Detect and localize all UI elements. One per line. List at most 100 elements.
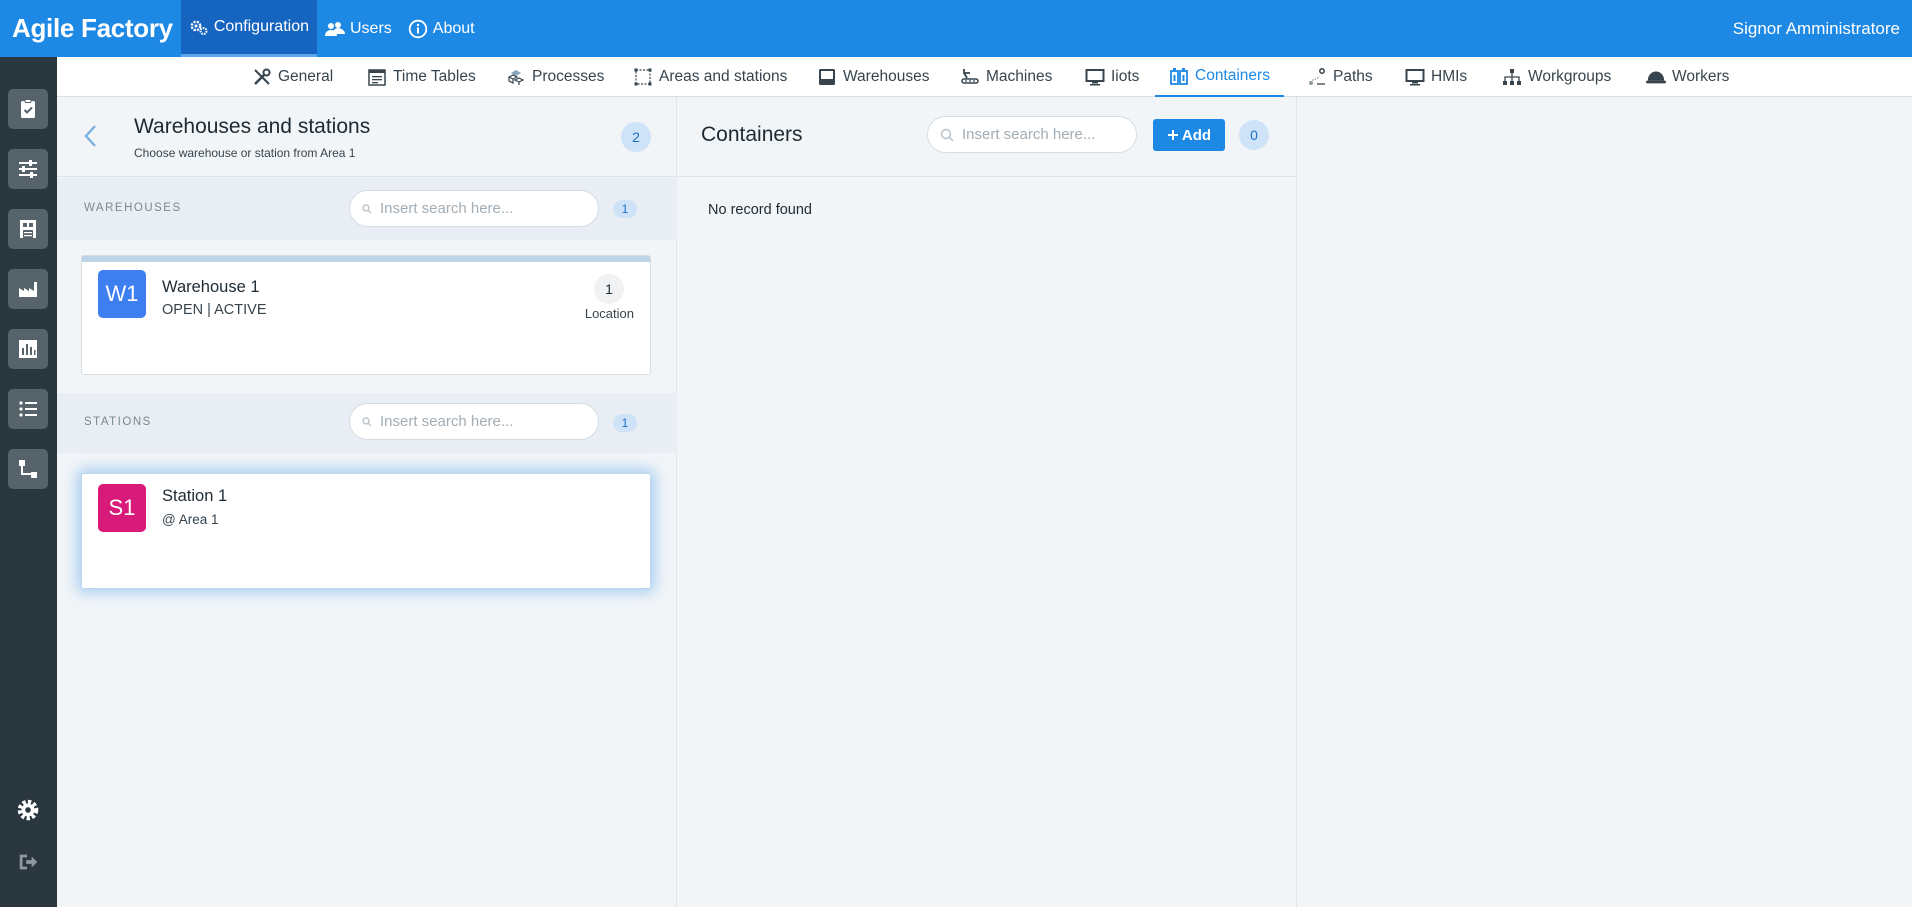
tab-iiots[interactable]: Iiots bbox=[1085, 57, 1139, 97]
checklist-icon bbox=[21, 99, 35, 118]
location-count: 1 bbox=[594, 274, 624, 304]
panel-count-badge: 2 bbox=[621, 122, 651, 152]
app-title[interactable]: Agile Factory bbox=[0, 13, 181, 44]
tab-processes[interactable]: Processes bbox=[506, 57, 604, 97]
warehouses-count-badge: 1 bbox=[613, 200, 637, 218]
flow-icon bbox=[19, 460, 37, 478]
left-rail bbox=[0, 57, 57, 907]
tab-workgroups[interactable]: Workgroups bbox=[1502, 57, 1611, 97]
warehouses-stations-panel: Warehouses and stations Choose warehouse… bbox=[57, 97, 677, 907]
path-icon bbox=[1309, 68, 1325, 85]
containers-icon bbox=[1170, 68, 1188, 85]
monitor-icon bbox=[1405, 69, 1425, 86]
stations-search bbox=[349, 403, 599, 440]
topnav-about-label: About bbox=[432, 19, 475, 37]
search-icon bbox=[362, 203, 372, 213]
rail-logout-button[interactable] bbox=[12, 846, 44, 878]
plus-icon bbox=[1167, 130, 1178, 140]
tab-machines-label: Machines bbox=[986, 68, 1053, 85]
cubes-icon bbox=[507, 70, 525, 85]
warehouse-status: OPEN | ACTIVE bbox=[162, 302, 267, 318]
tab-areas-and-stations[interactable]: Areas and stations bbox=[633, 57, 787, 97]
machine-icon bbox=[961, 69, 979, 84]
stations-search-input[interactable] bbox=[380, 413, 560, 430]
users-icon bbox=[324, 21, 345, 36]
chevron-left-icon[interactable] bbox=[79, 121, 103, 151]
station-card[interactable]: S1 Station 1 @ Area 1 bbox=[81, 473, 651, 589]
bar-chart-icon bbox=[19, 340, 37, 358]
inbox-icon bbox=[819, 69, 835, 85]
search-icon bbox=[940, 128, 954, 141]
warehouses-label: WAREHOUSES bbox=[84, 202, 182, 214]
rail-factory-button[interactable] bbox=[8, 269, 48, 309]
rail-chart-button[interactable] bbox=[8, 329, 48, 369]
containers-count-badge: 0 bbox=[1239, 120, 1269, 150]
tab-general-label: General bbox=[278, 68, 334, 85]
station-avatar: S1 bbox=[98, 484, 146, 532]
rail-checklist-button[interactable] bbox=[8, 89, 48, 129]
area-icon bbox=[634, 68, 652, 86]
warehouse-icon bbox=[20, 220, 36, 238]
panel-header: Warehouses and stations Choose warehouse… bbox=[57, 97, 677, 177]
stations-count-badge: 1 bbox=[613, 414, 637, 432]
warehouses-section-header: WAREHOUSES 1 bbox=[57, 178, 677, 240]
topnav-users[interactable]: Users bbox=[317, 0, 400, 57]
rail-warehouse-button[interactable] bbox=[8, 209, 48, 249]
card-accent-bar bbox=[82, 256, 650, 262]
warehouses-search bbox=[349, 190, 599, 227]
add-container-button[interactable]: Add bbox=[1153, 119, 1225, 151]
warehouses-search-input[interactable] bbox=[380, 200, 560, 217]
tools-icon bbox=[254, 68, 271, 85]
tab-time-tables-label: Time Tables bbox=[393, 68, 476, 85]
warehouse-avatar: W1 bbox=[98, 270, 146, 318]
stations-label: STATIONS bbox=[84, 416, 152, 428]
topnav-configuration[interactable]: Configuration bbox=[180, 0, 317, 57]
tab-paths[interactable]: Paths bbox=[1307, 57, 1373, 97]
rail-sliders-button[interactable] bbox=[8, 149, 48, 189]
containers-header: Containers Add 0 bbox=[678, 97, 1297, 177]
factory-icon bbox=[19, 282, 37, 297]
calendar-icon bbox=[368, 69, 386, 86]
containers-panel: Containers Add 0 No record found bbox=[678, 97, 1297, 907]
containers-title: Containers bbox=[701, 123, 803, 146]
tab-workers[interactable]: Workers bbox=[1646, 57, 1729, 97]
tab-iiots-label: Iiots bbox=[1111, 68, 1140, 85]
tab-general[interactable]: General bbox=[252, 57, 333, 97]
rail-flow-button[interactable] bbox=[8, 449, 48, 489]
location-label: Location bbox=[584, 306, 634, 321]
info-icon bbox=[408, 19, 427, 38]
tab-warehouses[interactable]: Warehouses bbox=[817, 57, 929, 97]
gear-icon bbox=[17, 799, 39, 821]
rail-settings-button[interactable] bbox=[12, 794, 44, 826]
tab-containers[interactable]: Containers bbox=[1155, 57, 1284, 97]
add-button-label: Add bbox=[1181, 126, 1212, 144]
user-menu[interactable]: Signor Amministratore bbox=[1733, 0, 1900, 57]
tab-machines[interactable]: Machines bbox=[960, 57, 1052, 97]
sub-nav: General Time Tables Processes Areas and … bbox=[57, 57, 1912, 97]
tab-hmis[interactable]: HMIs bbox=[1405, 57, 1467, 97]
tab-hmis-label: HMIs bbox=[1431, 68, 1468, 85]
list-icon bbox=[19, 401, 37, 417]
station-name: Station 1 bbox=[162, 487, 228, 505]
top-nav: Configuration Users About bbox=[180, 0, 483, 57]
rail-list-button[interactable] bbox=[8, 389, 48, 429]
monitor-icon bbox=[1085, 69, 1105, 86]
warehouse-card[interactable]: W1 Warehouse 1 OPEN | ACTIVE 1 Location bbox=[81, 255, 651, 375]
tab-time-tables[interactable]: Time Tables bbox=[367, 57, 476, 97]
topnav-about[interactable]: About bbox=[400, 0, 483, 57]
tab-areas-and-stations-label: Areas and stations bbox=[659, 68, 788, 85]
tab-containers-label: Containers bbox=[1195, 67, 1270, 84]
tab-workgroups-label: Workgroups bbox=[1528, 68, 1612, 85]
station-area: @ Area 1 bbox=[162, 512, 219, 527]
tab-paths-label: Paths bbox=[1333, 68, 1373, 85]
panel-title: Warehouses and stations bbox=[134, 115, 371, 138]
gears-icon bbox=[190, 20, 208, 35]
search-icon bbox=[362, 416, 372, 426]
topnav-configuration-label: Configuration bbox=[213, 18, 309, 35]
tab-warehouses-label: Warehouses bbox=[843, 68, 930, 85]
panel-subtitle: Choose warehouse or station from Area 1 bbox=[134, 146, 356, 160]
containers-search-input[interactable] bbox=[962, 126, 1122, 143]
top-bar: Agile Factory Configuration Users About … bbox=[0, 0, 1912, 57]
helmet-icon bbox=[1646, 71, 1666, 84]
containers-search bbox=[927, 116, 1137, 153]
